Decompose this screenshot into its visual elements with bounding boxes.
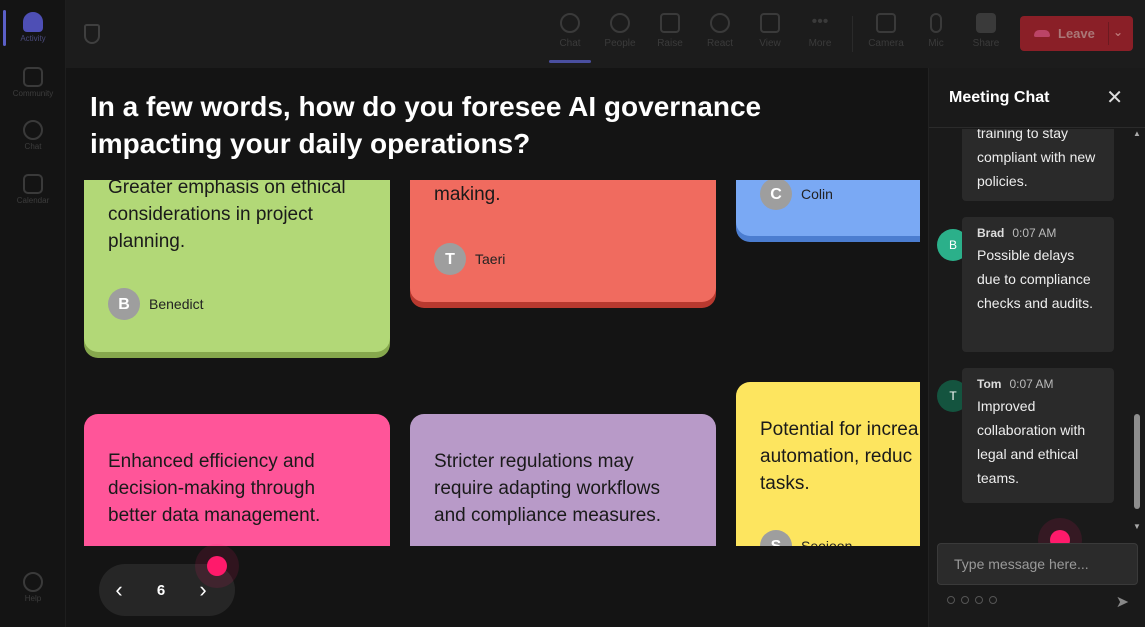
next-page-button[interactable]: ›: [183, 577, 223, 603]
shield-icon: [84, 24, 100, 44]
hang-up-icon: [1034, 30, 1050, 37]
share-button[interactable]: Share: [963, 10, 1009, 60]
chat-message-meta: Brad 0:07 AM: [977, 226, 1057, 240]
chat-message-meta: Tom 0:07 AM: [977, 377, 1054, 391]
raise-hand-button[interactable]: Raise: [647, 10, 693, 60]
camera-button[interactable]: Camera: [863, 10, 909, 60]
chat-scrollbar[interactable]: ▲ ▼: [1132, 129, 1142, 531]
response-card-text: Greater emphasis on ethical consideratio…: [108, 180, 346, 252]
poll-question: In a few words, how do you foresee AI go…: [90, 91, 762, 159]
avatar: T: [434, 243, 466, 275]
response-card[interactable]: Greater emphasis on ethical consideratio…: [84, 180, 390, 352]
response-card[interactable]: making. T Taeri: [410, 180, 716, 302]
hand-icon: [660, 13, 680, 33]
chat-message-text: Improved collaboration with legal and et…: [977, 398, 1086, 486]
send-button[interactable]: ➤: [1116, 592, 1129, 612]
avatar: B: [108, 288, 140, 320]
meeting-toolbar: Chat People Raise React View ••• More Ca…: [66, 0, 1145, 68]
response-card[interactable]: C Colin: [736, 180, 920, 236]
previous-page-button[interactable]: ‹: [99, 577, 139, 603]
calendar-icon: [23, 174, 43, 194]
rail-item-community[interactable]: Community: [0, 67, 66, 98]
meeting-chat-panel: Meeting Chat ✕ training to stay complian…: [928, 68, 1145, 627]
rail-item-activity[interactable]: Activity: [0, 12, 66, 43]
chat-message: Tom 0:07 AM Improved collaboration with l…: [962, 368, 1114, 503]
format-icon[interactable]: [947, 596, 955, 604]
response-card[interactable]: Stricter regulations may require adaptin…: [410, 414, 716, 546]
response-card[interactable]: Enhanced efficiency and decision-making …: [84, 414, 390, 546]
attach-icon[interactable]: [961, 596, 969, 604]
pointer-cursor: [207, 556, 227, 576]
card-author: S Seojoon: [760, 530, 852, 546]
chat-icon: [560, 13, 580, 33]
response-card-text: Stricter regulations may require adaptin…: [434, 451, 662, 526]
response-card-board: Greater emphasis on ethical consideratio…: [66, 180, 920, 546]
scroll-up-icon[interactable]: ▲: [1132, 129, 1142, 138]
people-icon: [610, 13, 630, 33]
help-icon: [23, 572, 43, 592]
card-author: C Colin: [760, 180, 833, 210]
grid-icon: [760, 13, 780, 33]
toolbar-divider: [852, 16, 853, 52]
response-card-text: Enhanced efficiency and decision-making …: [108, 451, 321, 526]
page-number: 6: [156, 581, 166, 599]
leave-divider: [1108, 22, 1109, 45]
people-button[interactable]: People: [597, 10, 643, 60]
shared-content-stage: In a few words, how do you foresee AI go…: [66, 68, 928, 627]
more-dots-icon: •••: [811, 13, 829, 30]
chat-message-list[interactable]: training to stay compliant with new poli…: [929, 129, 1130, 531]
chat-header: Meeting Chat ✕: [929, 68, 1145, 128]
card-author: B Benedict: [108, 288, 203, 320]
chat-button[interactable]: Chat: [547, 10, 593, 63]
chat-message: Brad 0:07 AM Possible delays due to compl…: [962, 217, 1114, 352]
response-card[interactable]: Potential for increa automation, reduc t…: [736, 382, 920, 546]
chevron-down-icon[interactable]: ⌄: [1113, 25, 1123, 39]
chat-message-text: training to stay compliant with new poli…: [977, 129, 1096, 189]
chat-message: training to stay compliant with new poli…: [962, 129, 1114, 201]
response-card-text: making.: [434, 184, 501, 205]
chat-message-input[interactable]: [937, 543, 1138, 585]
react-button[interactable]: React: [697, 10, 743, 60]
chat-message-text: Possible delays due to compliance checks…: [977, 247, 1093, 311]
community-icon: [23, 67, 43, 87]
smiley-icon: [710, 13, 730, 33]
view-button[interactable]: View: [747, 10, 793, 60]
gif-icon[interactable]: [989, 596, 997, 604]
avatar: C: [760, 180, 792, 210]
chat-icon: [23, 120, 43, 140]
active-tab-indicator: [549, 60, 591, 63]
response-card-text: Potential for increa automation, reduc t…: [760, 419, 919, 494]
chat-format-tools: [947, 596, 997, 604]
card-author: T Taeri: [434, 243, 505, 275]
rail-item-calendar[interactable]: Calendar: [0, 174, 66, 205]
avatar: S: [760, 530, 792, 546]
scroll-down-icon[interactable]: ▼: [1132, 522, 1142, 531]
chat-title: Meeting Chat: [949, 89, 1050, 106]
app-rail: Activity Community Chat Calendar Help: [0, 0, 66, 627]
mic-button[interactable]: Mic: [913, 10, 959, 60]
emoji-icon[interactable]: [975, 596, 983, 604]
bell-icon: [23, 12, 43, 32]
microphone-icon: [930, 13, 942, 33]
scrollbar-thumb[interactable]: [1134, 414, 1140, 509]
more-button[interactable]: ••• More: [797, 10, 843, 60]
close-icon[interactable]: ✕: [1106, 85, 1123, 110]
leave-button[interactable]: Leave ⌄: [1020, 16, 1133, 51]
share-screen-icon: [976, 13, 996, 33]
rail-item-help[interactable]: Help: [0, 572, 66, 603]
camera-off-icon: [876, 13, 896, 33]
rail-item-chat[interactable]: Chat: [0, 120, 66, 151]
